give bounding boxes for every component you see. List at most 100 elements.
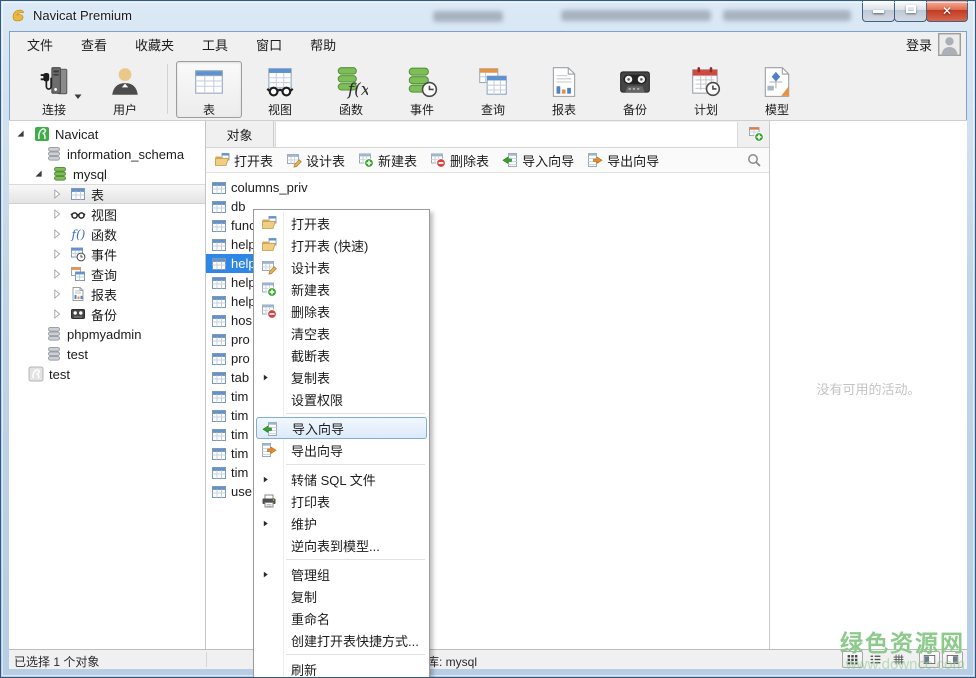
menubar-item[interactable]: 文件 [13, 31, 67, 58]
toolbar-tables-button[interactable]: 表 [176, 60, 242, 118]
sidebar-item-information-schema[interactable]: information_schema [9, 144, 205, 164]
table-icon [211, 180, 227, 196]
sidebar-item-test-db[interactable]: test [9, 344, 205, 364]
status-pane-right-button[interactable] [942, 651, 963, 668]
menu-item-label: 逆向表到模型... [291, 538, 380, 554]
menu-item-label: 打印表 [291, 494, 331, 510]
context-menu-item-open-table-fast[interactable]: 打开表 (快速) [254, 234, 429, 256]
login-button[interactable]: 登录 [906, 35, 932, 54]
sidebar-item-functions[interactable]: f() 函数 [9, 224, 205, 244]
context-menu-item-refresh[interactable]: 刷新 [254, 658, 429, 678]
context-menu-item-reverse-to-model[interactable]: 逆向表到模型... [254, 534, 429, 556]
table-icon [211, 237, 227, 253]
sidebar-item-navicat[interactable]: Navicat [9, 124, 205, 144]
sidebar-item-backups[interactable]: 备份 [9, 304, 205, 324]
menubar-item[interactable]: 工具 [188, 31, 242, 58]
table-name: help [231, 294, 256, 309]
search-icon[interactable] [746, 152, 762, 168]
context-menu-item-import-wizard[interactable]: 导入向导 [256, 417, 427, 439]
menubar-item[interactable]: 查看 [67, 31, 121, 58]
context-menu-item-new-table[interactable]: 新建表 [254, 278, 429, 300]
import-icon [262, 421, 278, 437]
toolbar-queries-button[interactable]: 查询 [460, 61, 526, 118]
sidebar-item-events[interactable]: 事件 [9, 244, 205, 264]
menubar-item[interactable]: 收藏夹 [121, 31, 188, 58]
sidebar-item-queries[interactable]: 查询 [9, 264, 205, 284]
context-menu-item-manage-group[interactable]: 管理组 [254, 563, 429, 585]
menubar-item[interactable]: 窗口 [242, 31, 296, 58]
objbar-export-wizard-label: 导出向导 [607, 153, 660, 169]
context-menu-item-create-shortcut[interactable]: 创建打开表快捷方式... [254, 629, 429, 651]
objbar-delete-table-button[interactable]: 删除表 [430, 151, 489, 170]
toolbar-backups-button[interactable]: 备份 [602, 61, 668, 118]
context-menu-item-maintain[interactable]: 维护 [254, 512, 429, 534]
app-icon [10, 7, 26, 23]
sidebar-item-reports[interactable]: 报表 [9, 284, 205, 304]
status-view-detail-button[interactable] [888, 651, 909, 668]
context-menu-item-duplicate-table[interactable]: 复制表 [254, 366, 429, 388]
objbar-import-wizard-button[interactable]: 导入向导 [502, 151, 574, 170]
context-menu-item-rename[interactable]: 重命名 [254, 607, 429, 629]
arrow-collapsed-icon [49, 307, 65, 321]
sidebar-item-phpmyadmin[interactable]: phpmyadmin [9, 324, 205, 344]
toolbar-reports-label: 报表 [551, 102, 576, 117]
objbar-new-table-button[interactable]: 新建表 [358, 151, 417, 170]
menu-item-label: 设计表 [291, 260, 331, 276]
table-name: tab [231, 370, 250, 385]
context-menu-item-dump-sql[interactable]: 转储 SQL 文件 [254, 468, 429, 490]
context-menu-item-delete-table[interactable]: 删除表 [254, 300, 429, 322]
context-menu-item-print-table[interactable]: 打印表 [254, 490, 429, 512]
toolbar-functions-button[interactable]: f(x) 函数 [318, 61, 384, 118]
toolbar-views-button[interactable]: 视图 [247, 61, 313, 118]
toolbar-models-label: 模型 [764, 102, 789, 117]
objbar-open-table-button[interactable]: 打开表 [214, 151, 273, 170]
minimize-button[interactable] [862, 1, 895, 22]
toolbar-reports-button[interactable]: 报表 [531, 61, 597, 118]
table-row[interactable]: columns_priv [206, 178, 769, 197]
sidebar-item-test-conn[interactable]: test [9, 364, 205, 384]
context-menu-item-set-permissions[interactable]: 设置权限 [254, 388, 429, 410]
tab-objects[interactable]: 对象 [206, 121, 274, 148]
new-tab-button[interactable] [748, 126, 764, 142]
model32-icon [760, 65, 794, 99]
tree-item-label: phpmyadmin [67, 326, 142, 342]
toolbar-connect-button[interactable]: 连接 [21, 61, 87, 118]
close-button[interactable]: ✕ [926, 1, 968, 22]
status-view-grid-button[interactable] [842, 651, 863, 668]
table-icon [211, 351, 227, 367]
menu-item-label: 创建打开表快捷方式... [291, 633, 419, 649]
toolbar-models-button[interactable]: 模型 [744, 61, 810, 118]
arrow-collapsed-icon [49, 227, 65, 241]
toolbar-user-button[interactable]: 用户 [92, 61, 158, 118]
view-list-icon [869, 653, 882, 666]
maximize-button[interactable] [894, 1, 927, 22]
tree-item-label: 备份 [91, 307, 118, 323]
sidebar-item-views[interactable]: 视图 [9, 204, 205, 224]
menu-item-label: 导出向导 [291, 443, 344, 459]
activity-empty-text: 没有可用的活动。 [816, 382, 921, 397]
context-menu-item-copy[interactable]: 复制 [254, 585, 429, 607]
objbar-open-table-label: 打开表 [234, 153, 274, 169]
status-pane-left-button[interactable] [919, 651, 940, 668]
objbar-design-table-button[interactable]: 设计表 [286, 151, 345, 170]
title-bar[interactable]: Navicat Premium ✕ [1, 1, 975, 31]
status-view-list-button[interactable] [865, 651, 886, 668]
toolbar-schedule-button[interactable]: 计划 [673, 61, 739, 118]
sidebar-item-mysql[interactable]: mysql [9, 164, 205, 184]
report-icon [70, 286, 86, 302]
menubar-item[interactable]: 帮助 [296, 31, 350, 58]
context-menu-item-design-table[interactable]: 设计表 [254, 256, 429, 278]
toolbar-queries-label: 查询 [480, 102, 505, 117]
toolbar-events-button[interactable]: 事件 [389, 61, 455, 118]
tree-item-label: 报表 [91, 287, 118, 303]
objbar-export-wizard-button[interactable]: 导出向导 [587, 151, 659, 170]
context-menu-item-empty-table[interactable]: 清空表 [254, 322, 429, 344]
user-avatar-icon[interactable] [938, 33, 961, 56]
sidebar-item-tables[interactable]: 表 [9, 184, 205, 204]
context-menu-item-open-table[interactable]: 打开表 [254, 212, 429, 234]
context-menu-item-truncate-table[interactable]: 截断表 [254, 344, 429, 366]
context-menu-item-export-wizard[interactable]: 导出向导 [254, 439, 429, 461]
